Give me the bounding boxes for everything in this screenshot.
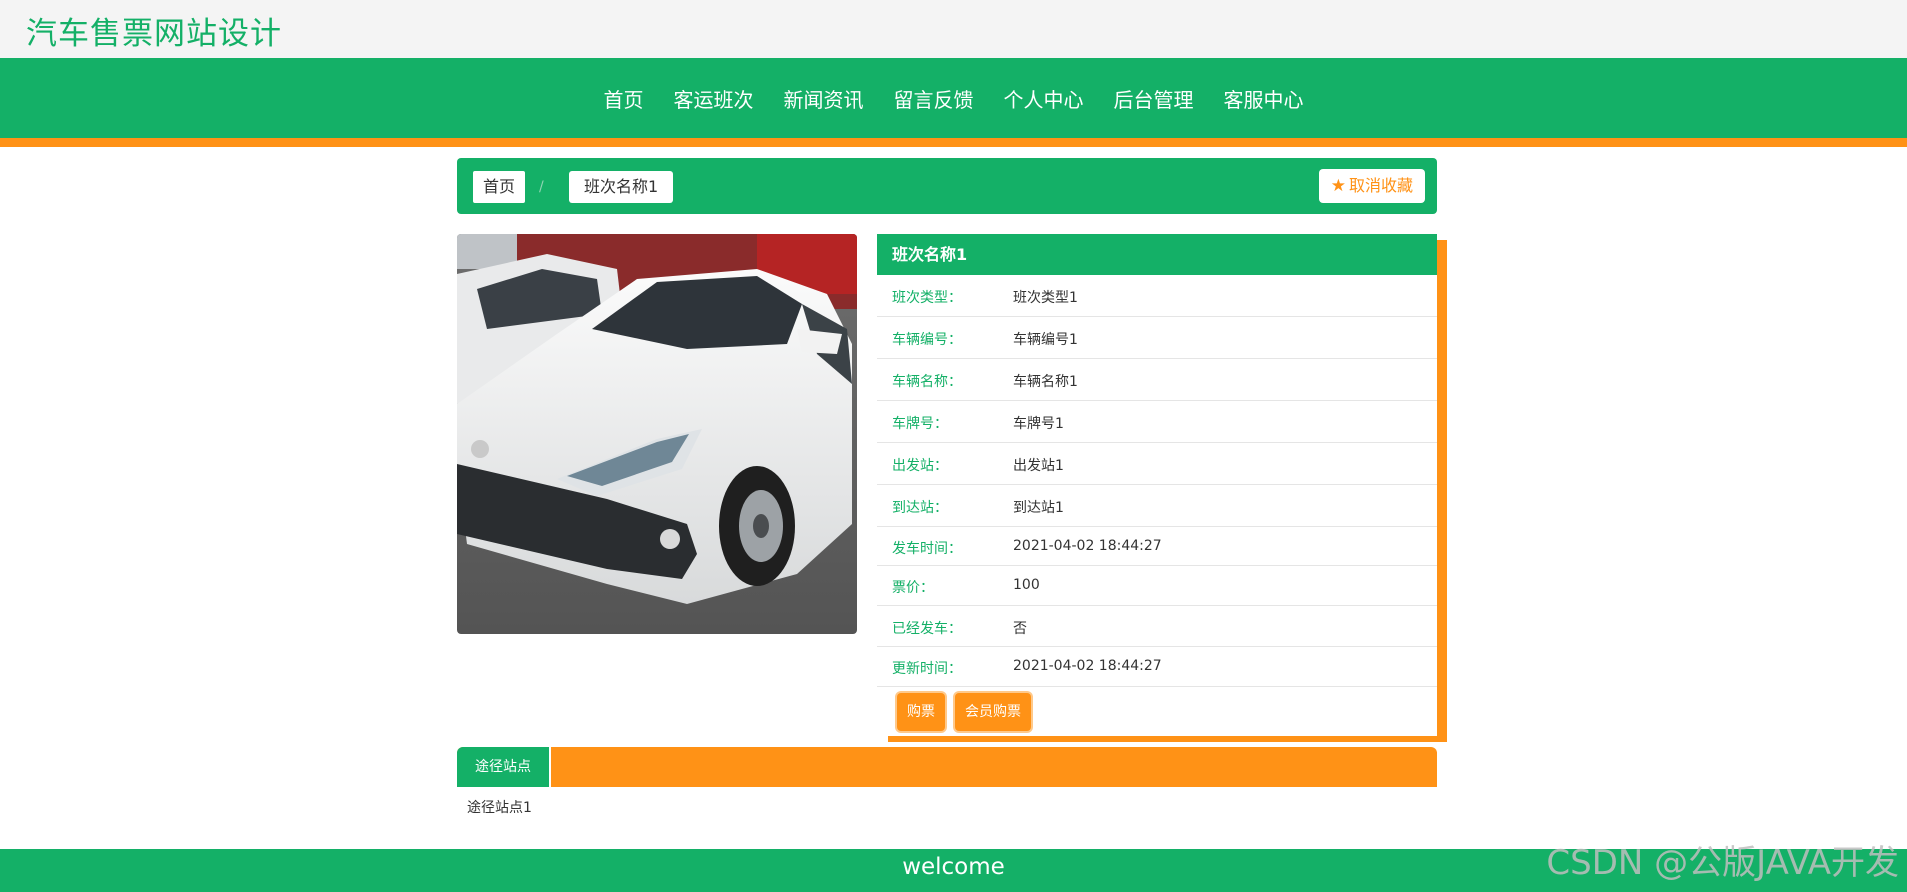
detail-value: 到达站1: [1013, 500, 1064, 516]
tab-stations[interactable]: 途径站点: [457, 747, 551, 787]
main-nav: 首页 客运班次 新闻资讯 留言反馈 个人中心 后台管理 客服中心: [0, 58, 1907, 147]
detail-value: 出发站1: [1013, 458, 1064, 474]
detail-panel: 班次名称1 班次类型： 班次类型1 车辆编号： 车辆编号1 车辆名称： 车辆名称…: [877, 234, 1437, 736]
detail-row: 车辆名称： 车辆名称1: [877, 359, 1437, 401]
vehicle-photo: [457, 234, 857, 634]
detail-value: 2021-04-02 18:44:27: [1013, 658, 1162, 674]
nav-item-profile[interactable]: 个人中心: [1004, 84, 1084, 113]
top-bar: 汽车售票网站设计: [0, 0, 1907, 58]
detail-label: 车辆名称：: [892, 374, 962, 390]
breadcrumb-separator: /: [539, 179, 544, 195]
detail-value: 100: [1013, 577, 1040, 593]
detail-row: 已经发车： 否: [877, 606, 1437, 647]
nav-item-home[interactable]: 首页: [604, 84, 644, 113]
detail-label: 票价：: [892, 580, 934, 596]
nav-item-news[interactable]: 新闻资讯: [784, 84, 864, 113]
star-icon: ★: [1330, 176, 1346, 196]
detail-title: 班次名称1: [877, 234, 1437, 275]
detail-row: 发车时间： 2021-04-02 18:44:27: [877, 527, 1437, 566]
detail-label: 车牌号：: [892, 416, 948, 432]
detail-row: 更新时间： 2021-04-02 18:44:27: [877, 647, 1437, 687]
detail-row: 到达站： 到达站1: [877, 485, 1437, 527]
detail-row: 票价： 100: [877, 566, 1437, 606]
detail-value: 车辆编号1: [1013, 332, 1078, 348]
breadcrumb-current: 班次名称1: [569, 171, 674, 203]
detail-label: 更新时间：: [892, 661, 962, 677]
detail-row: 班次类型： 班次类型1: [877, 275, 1437, 317]
detail-row: 出发站： 出发站1: [877, 443, 1437, 485]
detail-value: 2021-04-02 18:44:27: [1013, 538, 1162, 554]
tab-content: 途径站点1: [467, 800, 532, 816]
detail-row: 车牌号： 车牌号1: [877, 401, 1437, 443]
detail-value: 否: [1013, 621, 1027, 637]
nav-item-feedback[interactable]: 留言反馈: [894, 84, 974, 113]
detail-label: 出发站：: [892, 458, 948, 474]
detail-label: 车辆编号：: [892, 332, 962, 348]
detail-value: 车辆名称1: [1013, 374, 1078, 390]
unfavorite-label: 取消收藏: [1348, 176, 1413, 195]
member-buy-ticket-button[interactable]: 会员购票: [955, 693, 1031, 731]
buy-ticket-button[interactable]: 购票: [897, 693, 945, 731]
detail-value: 班次类型1: [1013, 290, 1078, 306]
unfavorite-button[interactable]: ★ 取消收藏: [1318, 169, 1425, 203]
detail-label: 发车时间：: [892, 541, 962, 557]
detail-row: 车辆编号： 车辆编号1: [877, 317, 1437, 359]
breadcrumb-home-link[interactable]: 首页: [473, 171, 526, 203]
detail-label: 班次类型：: [892, 290, 962, 306]
nav-item-schedules[interactable]: 客运班次: [674, 84, 754, 113]
breadcrumb: 首页 / 班次名称1 ★ 取消收藏: [457, 158, 1437, 214]
detail-actions: 购票 会员购票: [877, 687, 1437, 737]
detail-label: 到达站：: [892, 500, 948, 516]
detail-value: 车牌号1: [1013, 416, 1064, 432]
tab-bar: 途径站点: [457, 747, 1437, 787]
nav-item-admin[interactable]: 后台管理: [1114, 84, 1194, 113]
site-title: 汽车售票网站设计: [26, 16, 282, 52]
footer: welcome: [0, 849, 1907, 892]
nav-item-support[interactable]: 客服中心: [1224, 84, 1304, 113]
detail-label: 已经发车：: [892, 621, 962, 637]
